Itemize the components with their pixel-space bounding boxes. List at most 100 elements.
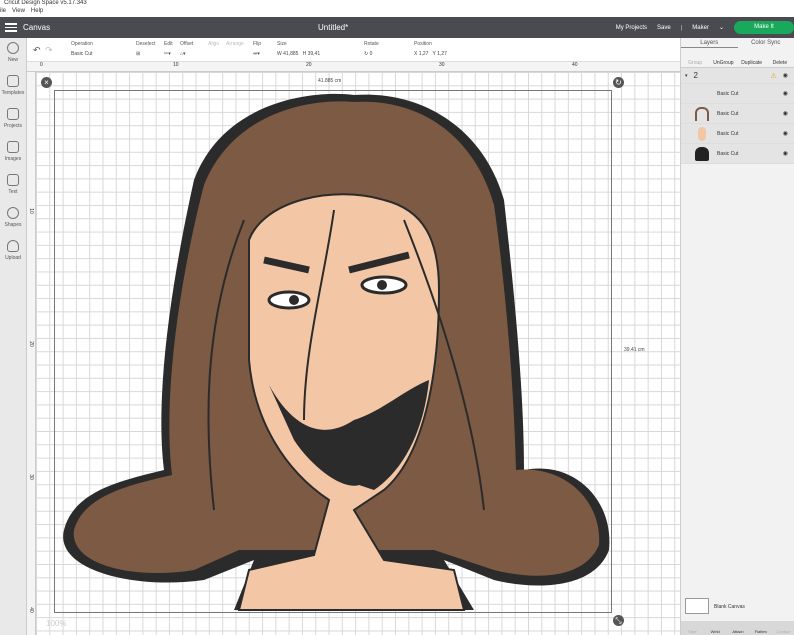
- zoom-level[interactable]: 100%: [46, 619, 66, 628]
- width-input[interactable]: 41,885: [283, 51, 298, 57]
- contour-button[interactable]: Contour: [772, 621, 794, 635]
- sidebar-upload[interactable]: Upload: [0, 236, 26, 269]
- layer-name: Basic Cut: [717, 150, 739, 157]
- eye-icon[interactable]: ◉: [783, 90, 788, 97]
- delete-handle-icon[interactable]: ×: [41, 77, 52, 88]
- tick: 40: [572, 62, 578, 68]
- edit-button[interactable]: Edit: [164, 41, 173, 47]
- sidebar-templates[interactable]: Templates: [0, 71, 26, 104]
- design-canvas[interactable]: 41.885 cm 39.41 cm × ↻ ⤡ 100%: [36, 72, 680, 635]
- rotate-icon: ↻: [364, 51, 369, 57]
- height-input[interactable]: 39,41: [308, 51, 321, 57]
- project-title: Untitled*: [318, 23, 349, 32]
- eye-icon[interactable]: ◉: [783, 110, 788, 117]
- deselect-icon[interactable]: ⊞: [136, 51, 155, 57]
- image-icon: [7, 141, 19, 153]
- sidebar-shapes[interactable]: Shapes: [0, 203, 26, 236]
- make-it-button[interactable]: Make It: [734, 21, 794, 34]
- eye-icon[interactable]: ◉: [783, 72, 788, 79]
- plus-icon: [7, 42, 19, 54]
- text-icon: [7, 174, 19, 186]
- left-sidebar: New Templates Projects Images Text Shape…: [0, 38, 27, 635]
- redo-icon[interactable]: ↷: [45, 45, 53, 56]
- layer-thumbnail: [698, 126, 706, 141]
- offset-icon[interactable]: ⌂▾: [180, 51, 193, 57]
- operation-select[interactable]: Basic Cut: [71, 51, 93, 57]
- rotate-input[interactable]: 0: [370, 51, 373, 57]
- blank-canvas-label: Blank Canvas: [714, 604, 745, 610]
- position-label: Position: [414, 41, 432, 47]
- tick: 30: [439, 62, 445, 68]
- ungroup-button[interactable]: UnGroup: [709, 48, 737, 67]
- layer-group[interactable]: ▾ 2 ⚠ ◉: [681, 68, 794, 84]
- window-title: Cricut Design Space v5.17.343: [0, 0, 794, 8]
- edit-toolbar: ↶ ↷ Operation Basic Cut Deselect ⊞ Edit ✂▾ …: [27, 38, 680, 62]
- layer-thumbnail: [695, 87, 709, 101]
- tick: 40: [27, 607, 34, 613]
- label: Images: [4, 156, 22, 162]
- width-dimension: 41.885 cm: [318, 78, 342, 84]
- app-header: Canvas Untitled* My Projects Save | Make…: [0, 17, 794, 38]
- jesus-portrait-image[interactable]: [54, 90, 612, 613]
- scissors-icon[interactable]: ✂▾: [164, 51, 173, 57]
- label: Upload: [5, 255, 21, 261]
- my-projects-link[interactable]: My Projects: [616, 25, 647, 31]
- menu-help[interactable]: Help: [31, 8, 43, 17]
- x-input[interactable]: 1,27: [419, 51, 429, 57]
- sidebar-text[interactable]: Text: [0, 170, 26, 203]
- tick: 20: [27, 341, 34, 347]
- menu-view[interactable]: View: [12, 8, 25, 17]
- sidebar-images[interactable]: Images: [0, 137, 26, 170]
- undo-icon[interactable]: ↶: [33, 45, 41, 56]
- tick: 0: [40, 62, 43, 68]
- slice-button[interactable]: Slice: [681, 621, 704, 635]
- label: Text: [8, 189, 18, 195]
- layers-panel: Layers Color Sync Group UnGroup Duplicat…: [680, 38, 794, 635]
- layer-item[interactable]: Basic Cut ◉: [681, 144, 794, 164]
- layer-name: Basic Cut: [717, 110, 739, 117]
- section-title: Canvas: [23, 23, 51, 32]
- label: Templates: [1, 90, 25, 96]
- flatten-button[interactable]: Flatten: [749, 621, 772, 635]
- deselect-button[interactable]: Deselect: [136, 41, 155, 47]
- arrange-button[interactable]: Arrange: [226, 41, 244, 47]
- menu-file[interactable]: ile: [0, 8, 6, 17]
- rotate-handle-icon[interactable]: ↻: [613, 77, 624, 88]
- attach-button[interactable]: Attach: [727, 621, 750, 635]
- menu-icon[interactable]: [5, 21, 17, 34]
- y-input[interactable]: 1,27: [437, 51, 447, 57]
- offset-button[interactable]: Offset: [180, 41, 193, 47]
- duplicate-button[interactable]: Duplicate: [738, 48, 766, 67]
- layer-item[interactable]: Basic Cut ◉: [681, 124, 794, 144]
- menu-bar: ile View Help: [0, 8, 794, 17]
- layer-thumbnail: [695, 146, 709, 161]
- machine-select[interactable]: Maker: [692, 25, 709, 31]
- eye-icon[interactable]: ◉: [783, 150, 788, 157]
- sidebar-new[interactable]: New: [0, 38, 26, 71]
- layer-item[interactable]: Basic Cut ◉: [681, 84, 794, 104]
- layer-item[interactable]: Basic Cut ◉: [681, 104, 794, 124]
- horizontal-ruler: 0 10 20 30 40: [27, 62, 680, 72]
- shapes-icon: [7, 207, 19, 219]
- tick: 30: [27, 474, 34, 480]
- delete-button[interactable]: Delete: [766, 48, 794, 67]
- chevron-down-icon[interactable]: ⌄: [719, 24, 724, 31]
- flip-button[interactable]: Flip: [253, 41, 261, 47]
- layer-name: Basic Cut: [717, 130, 739, 137]
- tab-layers[interactable]: Layers: [681, 38, 738, 48]
- tab-color-sync[interactable]: Color Sync: [738, 38, 794, 48]
- group-button[interactable]: Group: [681, 48, 709, 67]
- weld-button[interactable]: Weld: [704, 621, 727, 635]
- save-button[interactable]: Save: [657, 25, 671, 31]
- h-label: H: [302, 51, 307, 57]
- collapse-icon[interactable]: ▾: [685, 73, 688, 79]
- blank-canvas-swatch[interactable]: [685, 598, 709, 614]
- sidebar-projects[interactable]: Projects: [0, 104, 26, 137]
- resize-handle-icon[interactable]: ⤡: [613, 615, 624, 626]
- layer-name: Basic Cut: [717, 90, 739, 97]
- eye-icon[interactable]: ◉: [783, 130, 788, 137]
- group-name: 2: [693, 71, 698, 80]
- align-button[interactable]: Align: [208, 41, 219, 47]
- flip-icon[interactable]: ⇹▾: [253, 51, 261, 57]
- tick: 10: [173, 62, 179, 68]
